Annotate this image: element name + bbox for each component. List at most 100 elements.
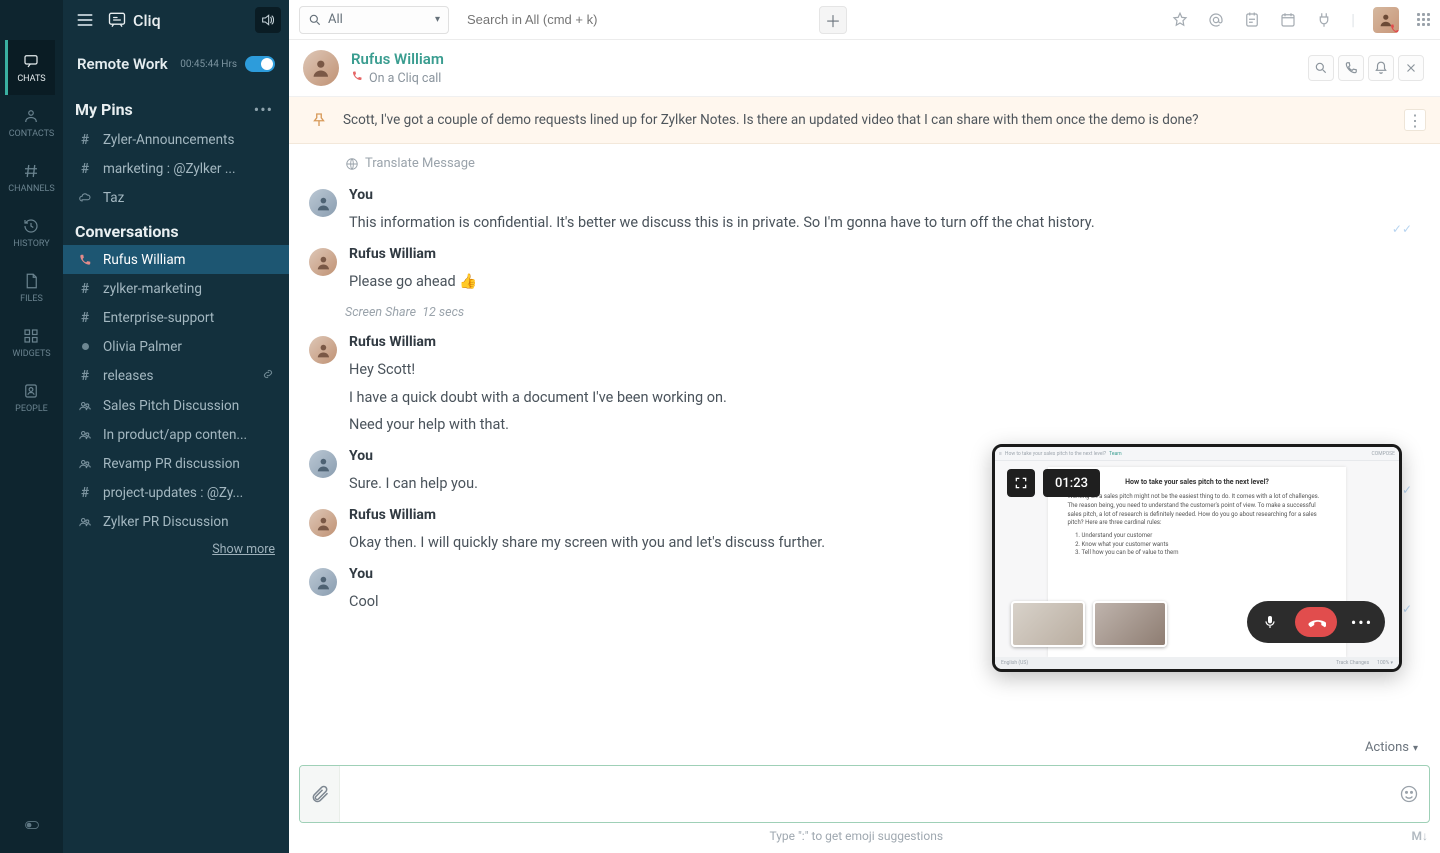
conversation-item[interactable]: #zylker-marketing [63, 274, 289, 303]
conversation-item[interactable]: # releases [63, 361, 289, 391]
presence-dot [77, 343, 93, 350]
message-row: YouThis information is confidential. It'… [289, 181, 1440, 240]
mini-nav-files[interactable]: FILES [8, 260, 54, 315]
translate-row[interactable]: Translate Message [289, 150, 1440, 181]
mini-nav-contacts[interactable]: CONTACTS [8, 95, 54, 150]
conversation-item[interactable]: Rufus William [63, 245, 289, 274]
call-toolbar: ••• [1247, 601, 1385, 643]
pin-item[interactable]: Taz [63, 183, 289, 212]
pinned-more-button[interactable]: ⋮ [1404, 109, 1426, 131]
chat-close-button[interactable] [1398, 55, 1424, 81]
participant-thumb[interactable] [1011, 601, 1085, 647]
plug-icon[interactable] [1315, 11, 1333, 29]
sound-button[interactable] [255, 7, 281, 33]
remote-toggle[interactable] [245, 56, 275, 72]
theme-toggle[interactable] [19, 803, 45, 853]
pin-item[interactable]: #marketing : @Zylker ... [63, 154, 289, 183]
actions-dropdown[interactable]: Actions▾ [289, 736, 1440, 761]
conversation-label: project-updates : @Zy... [103, 485, 275, 501]
pin-item[interactable]: #Zyler-Announcements [63, 125, 289, 154]
star-icon[interactable] [1171, 11, 1189, 29]
pinned-message: Scott, I've got a couple of demo request… [289, 97, 1440, 144]
calendar-icon[interactable] [1279, 11, 1297, 29]
read-receipt-icon: ✓✓ [1392, 222, 1420, 236]
pin-label: Taz [103, 190, 275, 206]
chat-call-button[interactable] [1338, 55, 1364, 81]
call-panel[interactable]: ≡ How to take your sales pitch to the ne… [992, 444, 1402, 672]
conversation-label: Zylker PR Discussion [103, 514, 275, 530]
app-menu-logo [0, 0, 63, 40]
conversation-item[interactable]: Revamp PR discussion [63, 449, 289, 478]
hash-icon: # [77, 310, 93, 326]
hash-icon: # [77, 368, 93, 384]
call-icon [77, 253, 93, 267]
chat-contact-name[interactable]: Rufus William [351, 50, 444, 68]
message-text: Hey Scott! [349, 356, 1420, 383]
message-avatar [309, 189, 337, 217]
hash-icon: # [77, 132, 93, 148]
pins-menu[interactable]: ••• [250, 98, 277, 121]
mini-nav-widgets[interactable]: WIDGETS [8, 315, 54, 370]
chat-avatar [303, 50, 339, 86]
message-avatar [309, 450, 337, 478]
compose-input[interactable] [340, 766, 1389, 822]
filter-label: All [328, 12, 343, 27]
reminder-icon[interactable] [1243, 11, 1261, 29]
message-avatar [309, 568, 337, 596]
conversation-item[interactable]: In product/app conten... [63, 420, 289, 449]
message-row: Rufus WilliamHey Scott!I have a quick do… [289, 328, 1440, 442]
conversation-item[interactable]: # project-updates : @Zy... [63, 478, 289, 507]
fullscreen-button[interactable] [1007, 469, 1035, 497]
group-icon [77, 515, 93, 529]
show-more-link[interactable]: Show more [63, 536, 289, 563]
mini-nav-channels[interactable]: CHANNELS [8, 150, 54, 205]
conversation-label: In product/app conten... [103, 427, 275, 443]
search-filter[interactable]: All ▾ [299, 6, 449, 34]
conversation-item[interactable]: #Enterprise-support [63, 303, 289, 332]
group-icon [77, 457, 93, 471]
app-brand: Cliq [107, 10, 245, 30]
message-row: Rufus WilliamPlease go ahead 👍 [289, 240, 1440, 299]
conversation-item[interactable]: Zylker PR Discussion [63, 507, 289, 536]
emoji-button[interactable] [1389, 766, 1429, 822]
pinned-text: Scott, I've got a couple of demo request… [343, 112, 1199, 128]
new-button[interactable]: ＋ [819, 6, 847, 34]
message-avatar [309, 336, 337, 364]
group-icon [77, 428, 93, 442]
mini-nav-people[interactable]: PEOPLE [8, 370, 54, 425]
conversation-item[interactable]: Olivia Palmer [63, 332, 289, 361]
message-sender: Rufus William [349, 334, 1420, 350]
mini-nav-chats[interactable]: CHATS [5, 40, 54, 95]
shared-doc-footer: English (US)Track Changes100% ▾ [995, 657, 1399, 669]
hash-icon: # [77, 485, 93, 501]
shared-doc-topbar: ≡ How to take your sales pitch to the ne… [995, 447, 1399, 461]
emoji-hint: Type ":" to get emoji suggestions [301, 829, 1412, 843]
markdown-toggle[interactable]: M↓ [1412, 829, 1429, 843]
conversation-label: releases [103, 368, 251, 384]
search-input[interactable] [467, 12, 801, 27]
mention-icon[interactable] [1207, 11, 1225, 29]
message-text: Please go ahead 👍 [349, 268, 1420, 295]
attach-button[interactable] [300, 766, 340, 822]
pin-icon [309, 111, 329, 129]
conversation-label: zylker-marketing [103, 281, 275, 297]
screen-share-meta: Screen Share 12 secs [289, 299, 1440, 328]
hamburger-icon[interactable] [75, 9, 97, 31]
call-more-button[interactable]: ••• [1347, 607, 1377, 637]
pin-label: marketing : @Zylker ... [103, 161, 275, 177]
chat-search-button[interactable] [1308, 55, 1334, 81]
user-avatar[interactable] [1373, 7, 1399, 33]
remote-timer: 00:45:44 Hrs [180, 59, 237, 70]
chat-notify-button[interactable] [1368, 55, 1394, 81]
chevron-down-icon: ▾ [435, 14, 440, 25]
mute-button[interactable] [1255, 607, 1285, 637]
message-avatar [309, 509, 337, 537]
apps-grid-icon[interactable] [1417, 13, 1430, 26]
search-box[interactable] [459, 6, 809, 34]
conversation-item[interactable]: Sales Pitch Discussion [63, 391, 289, 420]
topbar: All ▾ ＋ | [289, 0, 1440, 40]
hangup-button[interactable] [1295, 607, 1337, 637]
chat-status-text: On a Cliq call [369, 71, 441, 86]
mini-nav-history[interactable]: HISTORY [8, 205, 54, 260]
participant-thumb[interactable] [1093, 601, 1167, 647]
